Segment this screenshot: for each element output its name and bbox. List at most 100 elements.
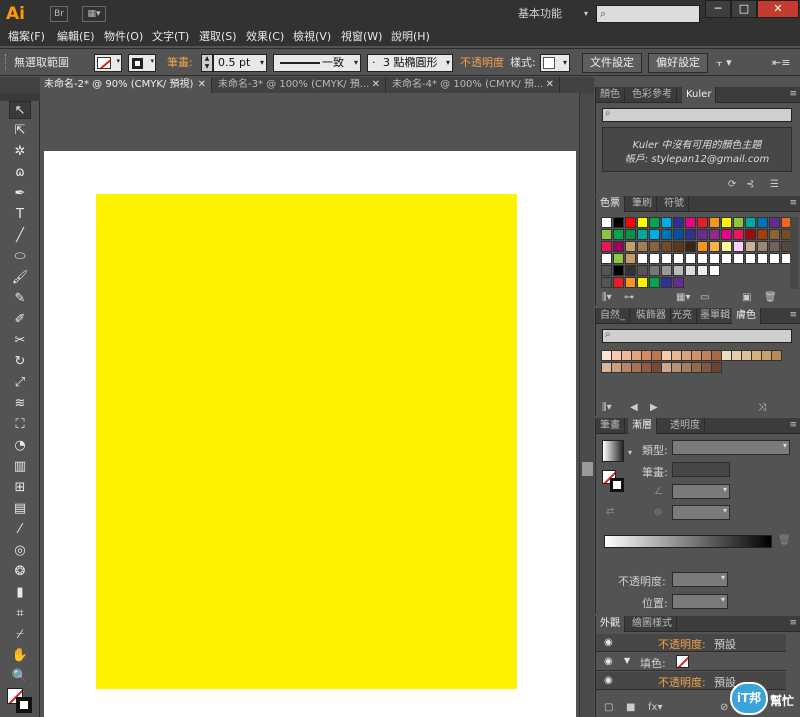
color-swatch[interactable] <box>697 265 708 276</box>
color-swatch[interactable] <box>721 241 732 252</box>
menu-help[interactable]: 說明(H) <box>391 29 430 45</box>
close-icon[interactable]: ✕ <box>546 77 554 92</box>
tab-skin-tones[interactable]: 膚色 <box>732 308 761 324</box>
artboard[interactable] <box>44 151 576 717</box>
color-swatch[interactable] <box>613 229 624 240</box>
color-swatch[interactable] <box>649 241 660 252</box>
color-swatch[interactable] <box>661 277 672 288</box>
visibility-eye-icon[interactable]: ◉ <box>604 675 613 686</box>
color-swatch[interactable] <box>625 241 636 252</box>
color-swatch[interactable] <box>709 253 720 264</box>
panel-menu-icon[interactable]: ≡ <box>789 198 797 208</box>
shape-builder-icon[interactable]: ◔ <box>9 437 31 455</box>
color-swatch[interactable] <box>757 217 768 228</box>
color-swatch[interactable] <box>769 217 780 228</box>
menu-type[interactable]: 文字(T) <box>152 29 189 45</box>
color-swatch[interactable] <box>685 265 696 276</box>
close-icon[interactable]: ✕ <box>372 77 380 92</box>
tab-ornaments[interactable]: 裝飾器 <box>632 308 671 324</box>
paintbrush-icon[interactable]: 🖌 <box>9 269 31 287</box>
panel-menu-icon[interactable]: ≡ <box>789 310 797 320</box>
new-color-group-icon[interactable]: ▭ <box>700 292 709 303</box>
close-button[interactable]: ✕ <box>757 0 799 18</box>
scissors-icon[interactable]: ✂ <box>9 332 31 350</box>
color-swatch[interactable] <box>613 265 624 276</box>
next-library-icon[interactable]: ▶ <box>650 402 658 413</box>
fill-stroke-widget[interactable] <box>7 688 33 714</box>
trash-icon[interactable]: 🗑 <box>764 292 777 303</box>
color-swatch[interactable] <box>601 277 612 288</box>
color-swatch[interactable] <box>685 217 696 228</box>
tab-graphic-styles[interactable]: 繪圖樣式 <box>628 616 677 632</box>
visibility-eye-icon[interactable]: ◉ <box>604 637 613 648</box>
tab-symbols[interactable]: 符號 <box>660 196 689 212</box>
appearance-row[interactable]: ◉ 不透明度: 預設 <box>596 634 786 652</box>
warp-tool-icon[interactable]: ≋ <box>9 395 31 413</box>
appearance-row-label[interactable]: 不透明度: <box>658 674 706 690</box>
color-swatch[interactable] <box>649 253 660 264</box>
color-swatch[interactable] <box>697 229 708 240</box>
stroke-label[interactable]: 筆畫: <box>167 55 193 71</box>
tab-document-3[interactable]: 未命名-3* @ 100% (CMYK/ 預... ✕ <box>214 77 386 93</box>
color-swatch[interactable] <box>709 229 720 240</box>
color-swatch[interactable] <box>709 265 720 276</box>
selection-tool-icon[interactable]: ↖ <box>9 101 31 119</box>
ellipse-tool-icon[interactable]: ⬭ <box>9 248 31 266</box>
symbol-sprayer-icon[interactable]: ❂ <box>9 563 31 581</box>
menu-lines-icon[interactable]: ☰ <box>770 179 779 190</box>
color-swatch[interactable] <box>673 229 684 240</box>
color-swatch[interactable] <box>613 253 624 264</box>
color-swatch[interactable] <box>637 241 648 252</box>
color-swatch[interactable] <box>637 277 648 288</box>
menu-object[interactable]: 物件(O) <box>104 29 143 45</box>
tab-color[interactable]: 顏色 <box>596 87 625 103</box>
scale-tool-icon[interactable]: ⤢ <box>9 374 31 392</box>
menu-file[interactable]: 檔案(F) <box>8 29 45 45</box>
rotate-tool-icon[interactable]: ↻ <box>9 353 31 371</box>
eyedropper-icon[interactable]: ⁄ <box>9 521 31 539</box>
color-swatch[interactable] <box>649 229 660 240</box>
color-swatch[interactable] <box>601 217 612 228</box>
panel-menu-icon[interactable]: ≡ <box>789 89 797 99</box>
previous-library-icon[interactable]: ◀ <box>630 402 638 413</box>
color-swatch[interactable] <box>769 253 780 264</box>
color-swatch[interactable] <box>733 241 744 252</box>
angle-dropdown[interactable]: ▾ <box>672 484 730 499</box>
color-swatch[interactable] <box>673 241 684 252</box>
color-swatch[interactable] <box>613 241 624 252</box>
disclosure-triangle-icon[interactable]: ▼ <box>624 656 630 665</box>
color-swatch[interactable] <box>769 241 780 252</box>
panel-menu-icon[interactable]: ≡ <box>789 420 797 430</box>
tab-document-4[interactable]: 未命名-4* @ 100% (CMYK/ 預... ✕ <box>388 77 560 93</box>
color-swatch[interactable] <box>733 229 744 240</box>
preferences-button[interactable]: 偏好設定 <box>648 53 708 73</box>
fill-none-icon[interactable] <box>676 655 689 668</box>
gradient-type-dropdown[interactable]: ▾ <box>672 440 790 455</box>
color-swatch[interactable] <box>637 217 648 228</box>
scrollbar-thumb[interactable] <box>582 462 593 476</box>
library-search-input[interactable]: ⌕ <box>602 329 792 343</box>
color-swatch[interactable] <box>637 265 648 276</box>
color-swatch[interactable] <box>661 217 672 228</box>
fill-color-dropdown[interactable]: ▾ <box>94 54 122 72</box>
color-swatch[interactable] <box>661 229 672 240</box>
color-swatch[interactable] <box>625 229 636 240</box>
color-swatch[interactable] <box>673 253 684 264</box>
pen-tool-icon[interactable]: ✒ <box>9 185 31 203</box>
menu-select[interactable]: 選取(S) <box>199 29 237 45</box>
color-swatch[interactable] <box>625 217 636 228</box>
gradient-tool-icon[interactable]: ▤ <box>9 500 31 518</box>
lasso-icon[interactable]: ɷ <box>9 164 31 182</box>
chevron-down-icon[interactable]: ▾ <box>628 448 632 457</box>
artboard-tool-icon[interactable]: ⌗ <box>9 605 31 623</box>
menu-edit[interactable]: 編輯(E) <box>57 29 95 45</box>
mesh-tool-icon[interactable]: ⊞ <box>9 479 31 497</box>
canvas[interactable] <box>41 93 579 717</box>
color-swatch[interactable] <box>757 241 768 252</box>
color-swatch[interactable] <box>697 253 708 264</box>
add-stroke-icon[interactable]: ▢ <box>604 702 613 713</box>
color-swatch[interactable] <box>721 229 732 240</box>
visibility-eye-icon[interactable]: ◉ <box>604 656 613 667</box>
blob-brush-icon[interactable]: ✐ <box>9 311 31 329</box>
stroke-swatch-icon[interactable] <box>610 478 624 492</box>
